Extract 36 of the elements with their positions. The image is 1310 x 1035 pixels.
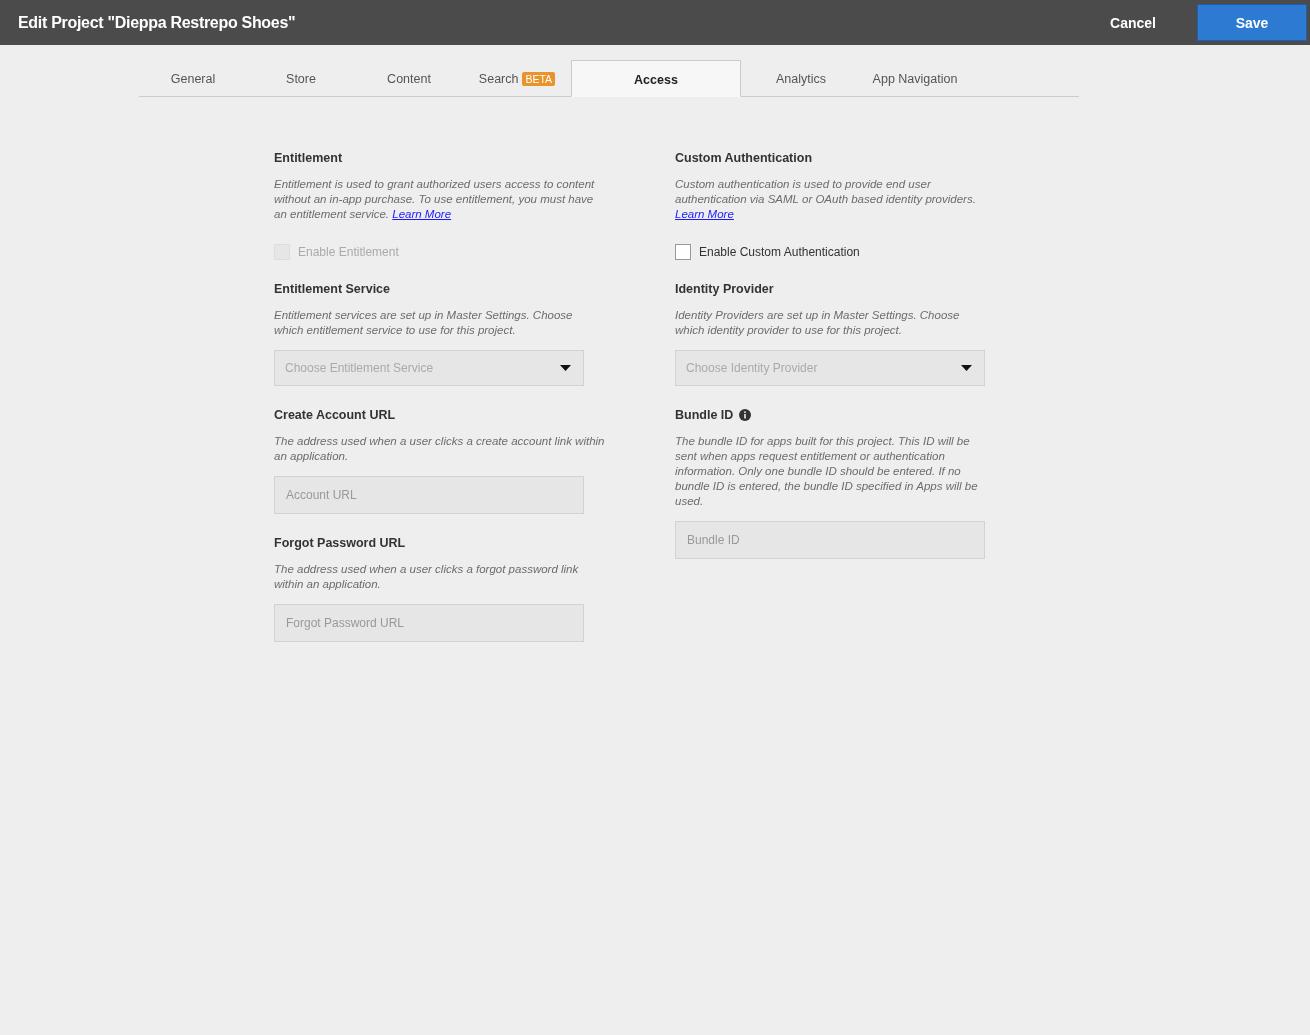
section-title: Bundle ID [675,408,734,422]
learn-more-link[interactable]: Learn More [675,208,734,220]
tab[interactable]: Analytics [741,60,861,96]
tab[interactable]: Access [571,60,741,97]
input-field[interactable]: Forgot Password URL [274,604,584,642]
section-title: Create Account URL [274,408,396,422]
caret-icon [560,365,571,371]
save-button[interactable]: Save [1197,4,1307,41]
cancel-button[interactable]: Cancel [1104,13,1162,32]
section-description: The bundle ID for apps built for this project. This ID will be sent when apps request entitlement or authentication information. Only one bundle ID should be entered. If no bundle ID is entered, the bundle ID specified in Apps will be used. [675,434,979,509]
section-title: Identity Provider [675,282,774,296]
tab[interactable]: App Navigation [861,60,969,96]
learn-more-link[interactable]: Learn More [392,208,452,220]
section-description: The address used when a user clicks a create account link within an application. [274,434,605,464]
tab[interactable]: General [139,60,247,96]
window-title: Edit Project "Dieppa Restrepo Shoes" [18,13,296,32]
tab[interactable]: Search BETA [463,60,571,96]
section-title: Entitlement Service [274,282,390,296]
checkbox-label: Enable Custom Authentication [699,245,860,259]
beta-badge: BETA [522,72,556,86]
section-title: Forgot Password URL [274,536,406,550]
tab[interactable]: Store [247,60,355,96]
checkbox[interactable] [675,244,691,260]
section-description: Custom authentication is used to provide end user authentication via SAML or OAuth based identity providers. Learn More [675,177,977,222]
section-description: Identity Providers are set up in Master Settings. Choose which identity provider to use for this project. [675,308,961,338]
section-title: Entitlement [274,151,343,165]
caret-icon [961,365,972,371]
section-title: Custom Authentication [675,151,813,165]
input-field[interactable]: Bundle ID [675,521,985,559]
input-field[interactable]: Account URL [274,476,584,514]
info-icon[interactable] [739,409,752,421]
checkbox-label: Enable Entitlement [298,245,399,259]
section-description: Entitlement services are set up in Master Settings. Choose which entitlement service to use for this project. [274,308,574,338]
tab[interactable]: Content [355,60,463,96]
section-description: Entitlement is used to grant authorized users access to content without an in-app purchase. To use entitlement, you must have an entitlement service. Learn More [274,177,596,222]
section-description: The address used when a user clicks a forgot password link within an application. [274,562,580,592]
